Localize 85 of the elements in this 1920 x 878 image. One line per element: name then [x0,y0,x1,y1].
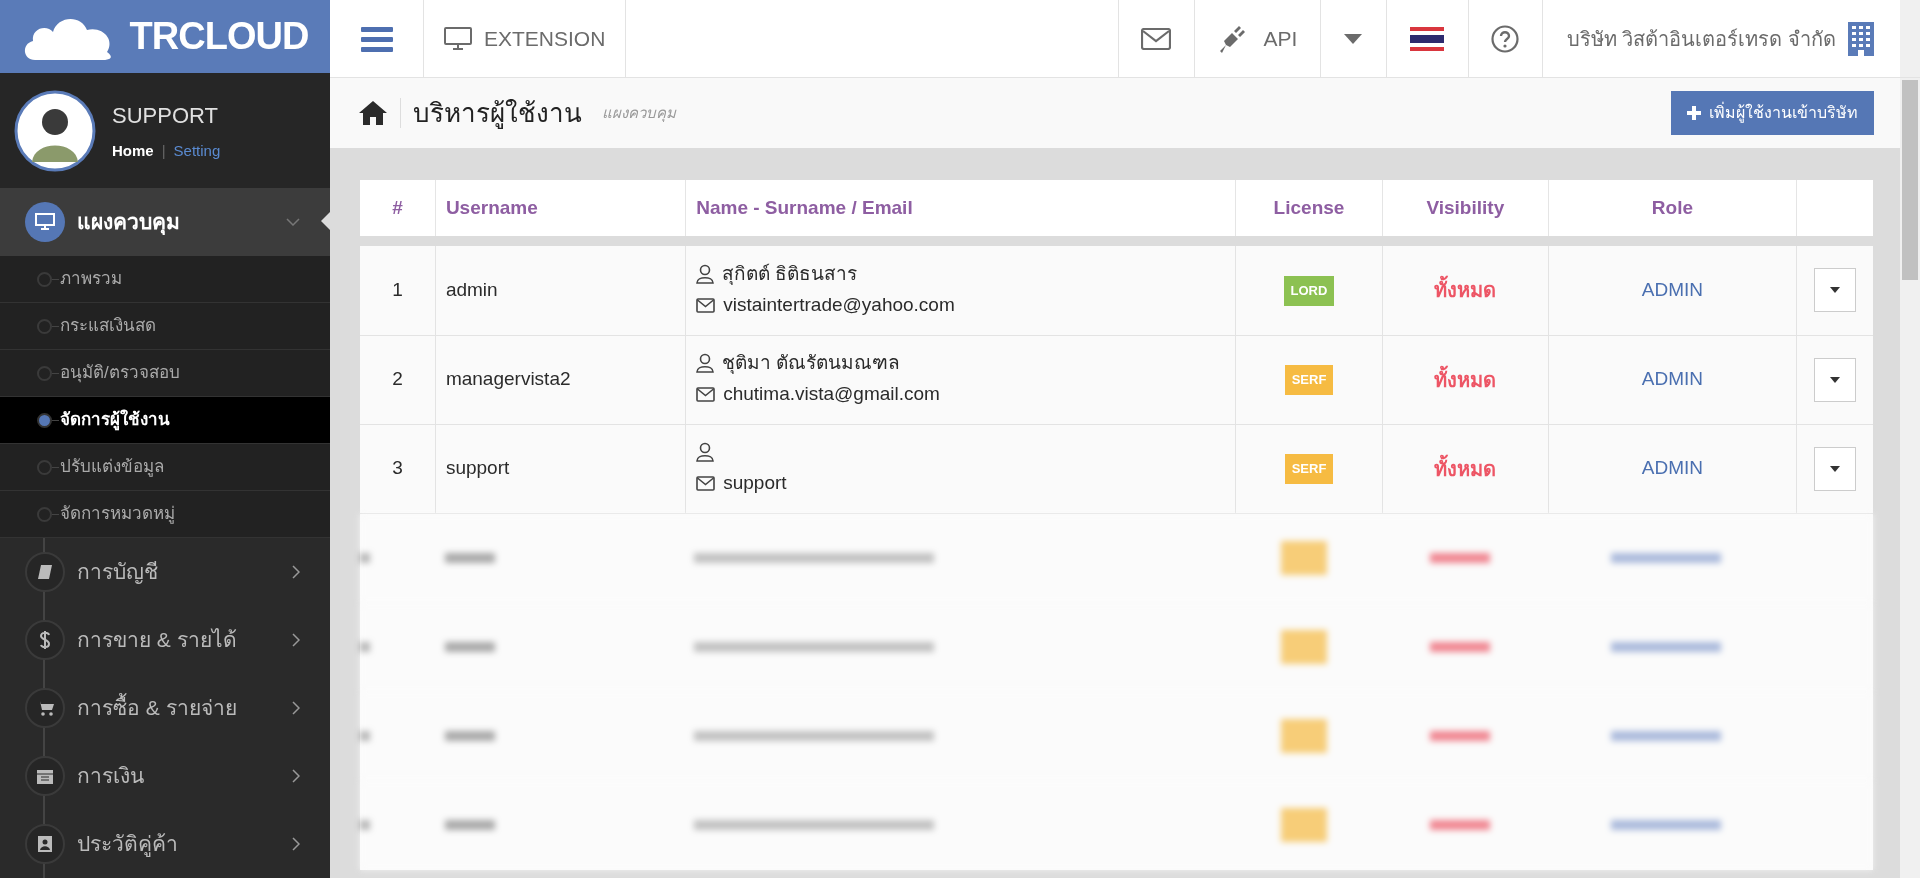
extension-button[interactable]: EXTENSION [424,0,627,77]
book-icon [37,564,53,580]
table-cell: support [435,424,686,513]
scrollbar[interactable] [1900,0,1920,77]
email: support [723,471,787,496]
api-button[interactable]: API [1193,0,1320,77]
chevron-right-icon [292,565,300,579]
breadcrumb: แผงควบคุม [602,102,676,124]
mail-icon [696,387,716,402]
contact-icon [38,836,52,852]
visibility-text: ทั้งหมด [1382,424,1549,513]
mail-icon [696,297,716,313]
sidebar-subitem[interactable]: ปรับแต่งข้อมูล [0,444,330,491]
sidebar-item[interactable]: การบัญชี [0,538,330,606]
column-header: License [1235,180,1383,236]
row-dropdown-button[interactable] [1814,446,1857,491]
license-badge: SERF [1284,365,1334,395]
license-badge: SERF [1284,454,1334,484]
email: chutima.vista@gmail.com [723,382,940,407]
caret-icon [1830,465,1841,472]
caret-icon [1344,33,1363,44]
license-badge: LORD [1283,276,1335,306]
building-icon [1848,21,1874,56]
chevron-right-icon [292,837,300,851]
role-text: ADMIN [1548,246,1797,335]
chevron-down-icon [286,218,300,226]
home-icon[interactable] [358,100,388,126]
mail-icon [1141,27,1172,50]
link-separator: | [161,140,166,161]
mail-icon [696,476,716,491]
sidebar-subitem[interactable]: จัดการหมวดหมู่ [0,491,330,538]
user-icon [696,264,715,284]
chevron-right-icon [292,633,300,647]
column-header: # [360,180,436,236]
table-cell: 3 [360,424,436,513]
company-button[interactable]: บริษัท วิสต้าอินเตอร์เทรด จำกัด [1541,0,1900,77]
scrollbar-thumb[interactable] [1902,80,1918,280]
sidebar-subitem[interactable]: ภาพรวม [0,256,330,303]
monitor-icon [444,26,472,51]
row-dropdown-button[interactable] [1814,357,1857,402]
sidebar-item[interactable]: การขาย & รายได้ [0,606,330,674]
user-icon [696,353,715,374]
user-icon [696,442,715,463]
flag-icon [1410,26,1445,51]
sidebar-item[interactable]: ประวัติคู่ค้า [0,810,330,878]
plus-icon [1687,106,1701,120]
role-text: ADMIN [1548,335,1797,424]
email: vistaintertrade@yahoo.com [723,293,955,317]
caret-icon [1830,376,1841,383]
column-header: Username [435,180,686,236]
sidebar-subitem[interactable]: อนุมัติ/ตรวจสอบ [0,350,330,397]
sidebar-item[interactable]: การเงิน [0,742,330,810]
table-cell: managervista2 [435,335,686,424]
visibility-text: ทั้งหมด [1382,246,1549,335]
monitor-icon [35,213,55,231]
row-dropdown-button[interactable] [1814,268,1857,313]
chevron-right-icon [292,701,300,715]
column-header: Role [1548,180,1797,236]
dollar-icon [39,630,51,650]
profile-link[interactable]: Home [112,139,154,163]
profile-link[interactable]: Setting [173,139,221,163]
column-header: Name - Surname / Email [685,180,1236,236]
sidebar-subitem[interactable]: กระแสเงินสด [0,303,330,350]
full-name: สุกิตต์ ธิติธนสาร [722,261,858,287]
add-user-button[interactable]: เพิ่มผู้ใช้งานเข้าบริษัท [1671,91,1874,135]
chevron-right-icon [292,769,300,783]
full-name: ชุติมา ตัณรัตนมณฑล [722,351,901,376]
profile-name: SUPPORT [112,101,219,130]
table-cell: 2 [360,335,436,424]
column-header: Visibility [1382,180,1549,236]
calendar-icon [37,768,53,784]
table-cell: admin [435,246,686,335]
caret-icon [1830,287,1841,294]
role-text: ADMIN [1548,424,1797,513]
sidebar-subitem[interactable]: จัดการผู้ใช้งาน [0,397,330,444]
active-pointer [321,212,330,230]
help-icon [1491,24,1520,53]
scrollbar[interactable] [1900,78,1920,878]
table-cell: 1 [360,246,436,335]
page-title: บริหารผู้ใช้งาน [413,96,582,131]
logo-text: TRCLOUD [129,14,309,60]
menu-icon [360,25,393,52]
sidebar-item[interactable]: แผงควบคุม [0,188,330,256]
sidebar-item[interactable]: การซื้อ & รายจ่าย [0,674,330,742]
visibility-text: ทั้งหมด [1382,335,1549,424]
